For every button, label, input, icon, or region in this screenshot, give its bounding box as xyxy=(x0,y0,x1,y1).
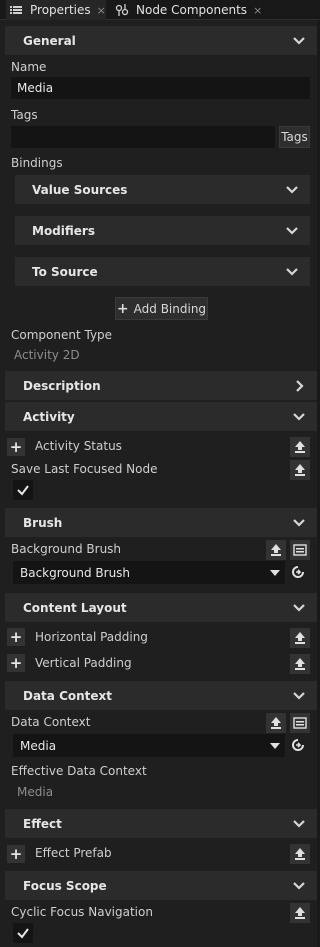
effect-prefab-label: Effect Prefab xyxy=(35,846,112,860)
chevron-down-icon xyxy=(284,182,300,198)
components-icon xyxy=(115,4,129,16)
tab-bar: Properties × Node Components × xyxy=(0,0,320,20)
add-binding-button[interactable]: + Add Binding xyxy=(115,297,208,320)
section-description[interactable]: Description xyxy=(5,371,317,400)
dropdown-value: Media xyxy=(20,738,57,753)
upload-icon[interactable] xyxy=(290,437,310,457)
tags-button[interactable]: Tags xyxy=(279,126,310,148)
section-title: Data Context xyxy=(23,688,113,703)
cyclic-focus-checkbox[interactable] xyxy=(13,923,33,943)
section-title: Brush xyxy=(23,515,63,530)
chevron-down-icon xyxy=(291,688,307,704)
checkmark-icon xyxy=(17,928,29,939)
section-focus-scope[interactable]: Focus Scope xyxy=(5,871,317,900)
subsection-title: Value Sources xyxy=(32,182,128,197)
revert-icon[interactable] xyxy=(290,564,306,580)
name-input[interactable]: Media xyxy=(11,77,310,99)
section-effect[interactable]: Effect xyxy=(5,809,317,838)
section-brush[interactable]: Brush xyxy=(5,508,317,537)
section-general[interactable]: General xyxy=(5,26,317,55)
close-icon[interactable]: × xyxy=(253,4,262,17)
binding-modifiers[interactable]: Modifiers xyxy=(15,216,310,245)
list-icon xyxy=(10,5,22,15)
upload-icon[interactable] xyxy=(266,540,286,560)
add-horizontal-padding-button[interactable]: + xyxy=(7,628,25,646)
chevron-down-icon xyxy=(291,600,307,616)
section-title: Description xyxy=(23,378,101,393)
tags-label: Tags xyxy=(11,108,38,122)
section-title: Content Layout xyxy=(23,600,127,615)
component-type-label: Component Type xyxy=(11,328,113,342)
plus-icon: + xyxy=(9,845,23,863)
section-activity[interactable]: Activity xyxy=(5,402,317,431)
background-brush-label: Background Brush xyxy=(11,542,122,556)
chevron-down-icon xyxy=(284,223,300,239)
dropdown-arrow-icon xyxy=(270,569,280,576)
save-last-focused-label: Save Last Focused Node xyxy=(11,462,158,476)
chevron-down-icon xyxy=(291,409,307,425)
plus-icon: + xyxy=(9,628,23,646)
add-vertical-padding-button[interactable]: + xyxy=(7,654,25,672)
add-binding-label: Add Binding xyxy=(133,301,207,316)
tab-node-components[interactable]: Node Components × xyxy=(115,0,265,20)
upload-icon[interactable] xyxy=(290,654,310,674)
chevron-down-icon xyxy=(291,878,307,894)
upload-icon[interactable] xyxy=(290,903,310,923)
chevron-down-icon xyxy=(291,33,307,49)
checkmark-icon xyxy=(17,485,29,496)
activity-status-label: Activity Status xyxy=(35,439,122,453)
revert-icon[interactable] xyxy=(290,737,306,753)
section-title: Focus Scope xyxy=(23,878,107,893)
binding-value-sources[interactable]: Value Sources xyxy=(15,175,310,204)
chevron-down-icon xyxy=(284,264,300,280)
add-effect-prefab-button[interactable]: + xyxy=(7,845,25,863)
dropdown-arrow-icon xyxy=(270,742,280,749)
subsection-title: To Source xyxy=(32,264,98,279)
add-activity-status-button[interactable]: + xyxy=(7,438,25,456)
tab-properties-label: Properties xyxy=(30,3,91,17)
vertical-padding-label: Vertical Padding xyxy=(35,656,132,670)
data-context-dropdown[interactable]: Media xyxy=(13,734,285,757)
binding-icon[interactable] xyxy=(290,540,310,560)
subsection-title: Modifiers xyxy=(32,223,95,238)
close-icon[interactable]: × xyxy=(97,4,106,17)
plus-icon: + xyxy=(116,300,129,317)
upload-icon[interactable] xyxy=(266,713,286,733)
section-title: Effect xyxy=(23,816,62,831)
horizontal-padding-label: Horizontal Padding xyxy=(35,630,148,644)
section-title: Activity xyxy=(23,409,75,424)
upload-icon[interactable] xyxy=(290,628,310,648)
chevron-down-icon xyxy=(291,816,307,832)
tab-properties[interactable]: Properties × xyxy=(6,0,106,20)
section-content-layout[interactable]: Content Layout xyxy=(5,593,317,622)
tags-input[interactable] xyxy=(11,126,275,148)
binding-to-source[interactable]: To Source xyxy=(15,257,310,286)
name-label: Name xyxy=(11,60,47,74)
tab-node-components-label: Node Components xyxy=(136,3,248,17)
background-brush-dropdown[interactable]: Background Brush xyxy=(13,561,285,584)
upload-icon[interactable] xyxy=(290,844,310,864)
chevron-right-icon xyxy=(291,378,307,394)
chevron-down-icon xyxy=(291,515,307,531)
effective-data-context-label: Effective Data Context xyxy=(11,764,147,778)
binding-icon[interactable] xyxy=(290,713,310,733)
bindings-label: Bindings xyxy=(11,156,63,170)
cyclic-focus-label: Cyclic Focus Navigation xyxy=(11,905,153,919)
effective-data-context-value: Media xyxy=(17,785,54,799)
data-context-label: Data Context xyxy=(11,715,91,729)
component-type-value: Activity 2D xyxy=(14,348,80,362)
upload-icon[interactable] xyxy=(290,460,310,480)
plus-icon: + xyxy=(9,438,23,456)
save-last-focused-checkbox[interactable] xyxy=(13,480,33,500)
dropdown-value: Background Brush xyxy=(20,565,131,580)
section-data-context[interactable]: Data Context xyxy=(5,681,317,710)
plus-icon: + xyxy=(9,654,23,672)
section-title: General xyxy=(23,33,76,48)
